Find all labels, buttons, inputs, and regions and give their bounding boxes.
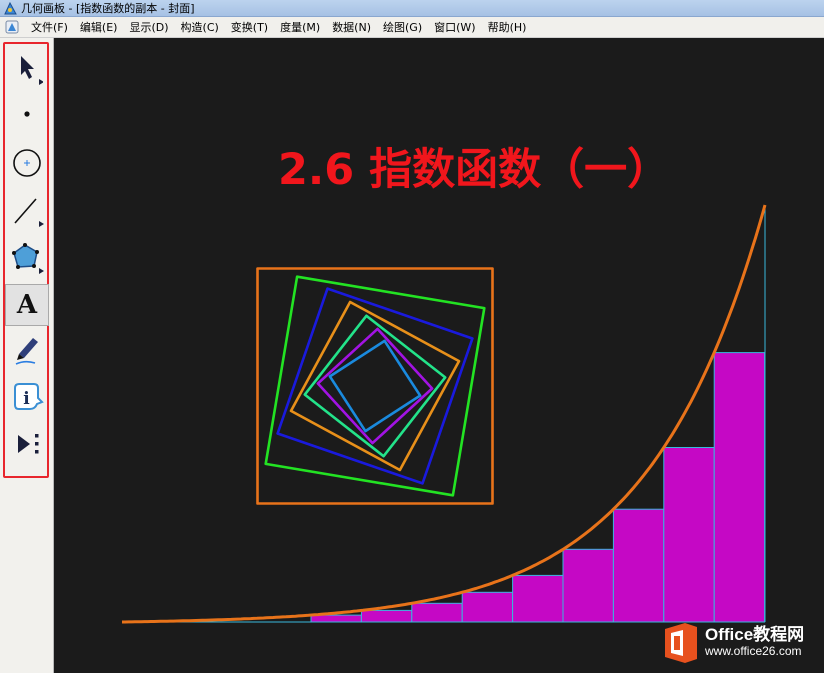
nested-square-4 [289, 300, 461, 472]
custom-tool-icon [18, 434, 39, 454]
window-title: 几何画板 - [指数函数的副本 - 封面] [21, 2, 195, 15]
bar-2 [360, 609, 413, 623]
sketch-drawing [122, 204, 767, 624]
bar-8 [663, 447, 715, 623]
geometers-sketchpad-app-icon [4, 1, 17, 14]
straightedge-tool[interactable] [7, 190, 47, 230]
page-title: 2.6 指数函数（一） [278, 145, 671, 195]
nested-square-7 [328, 339, 422, 433]
nested-square-5 [303, 314, 447, 458]
menu-window[interactable]: 窗口(W) [428, 18, 481, 37]
compass-tool[interactable] [7, 143, 47, 183]
custom-tool[interactable] [7, 424, 47, 464]
polygon-tool[interactable] [7, 237, 47, 277]
watermark-text: Office教程网 www.office26.com [705, 625, 805, 659]
info-icon: i [14, 383, 44, 410]
arrow-icon [21, 56, 43, 85]
text-tool[interactable]: A [5, 284, 49, 326]
menu-edit[interactable]: 编辑(E) [74, 18, 124, 37]
menu-bar: 文件(F) 编辑(E) 显示(D) 构造(C) 变换(T) 度量(M) 数据(N… [0, 17, 824, 38]
menu-display[interactable]: 显示(D) [123, 18, 174, 37]
arrow-select-tool[interactable] [7, 48, 47, 88]
segment-icon [14, 198, 44, 227]
info-icon-glyph: i [23, 389, 30, 409]
menu-measure[interactable]: 度量(M) [274, 18, 326, 37]
watermark-url: www.office26.com [705, 644, 802, 658]
menu-number[interactable]: 数据(N) [326, 18, 377, 37]
circle-icon [13, 149, 41, 177]
document-icon[interactable] [5, 20, 19, 34]
bar-5 [512, 574, 564, 623]
office-logo-icon [665, 623, 697, 663]
nested-square-3 [276, 287, 474, 485]
menu-construct[interactable]: 构造(C) [175, 18, 225, 37]
menu-file[interactable]: 文件(F) [25, 18, 74, 37]
nested-square-2 [264, 275, 486, 497]
sketch-canvas[interactable]: 2.6 指数函数（一） Office教程网 www.office26.com [54, 38, 824, 673]
bar-4 [461, 591, 514, 623]
bar-6 [562, 548, 614, 623]
bar-3 [411, 602, 463, 623]
watermark-brand: Office教程网 [705, 625, 805, 644]
menu-transform[interactable]: 变换(T) [225, 18, 274, 37]
bar-1 [310, 614, 362, 623]
polygon-icon [12, 243, 44, 274]
marker-pen-icon [15, 338, 38, 365]
toolbox: A i [0, 38, 54, 673]
marker-tool[interactable] [7, 331, 47, 371]
menu-help[interactable]: 帮助(H) [482, 18, 533, 37]
information-tool[interactable]: i [7, 377, 47, 417]
nested-rotated-squares [256, 267, 494, 505]
office26-watermark: Office教程网 www.office26.com [661, 618, 824, 668]
bar-9 [713, 352, 766, 623]
window-title-bar: 几何画板 - [指数函数的副本 - 封面] [0, 0, 824, 17]
menu-graph[interactable]: 绘图(G) [377, 18, 428, 37]
text-icon: A [16, 290, 38, 320]
point-tool[interactable] [7, 94, 47, 134]
bar-7 [612, 508, 665, 623]
point-icon [24, 111, 30, 117]
